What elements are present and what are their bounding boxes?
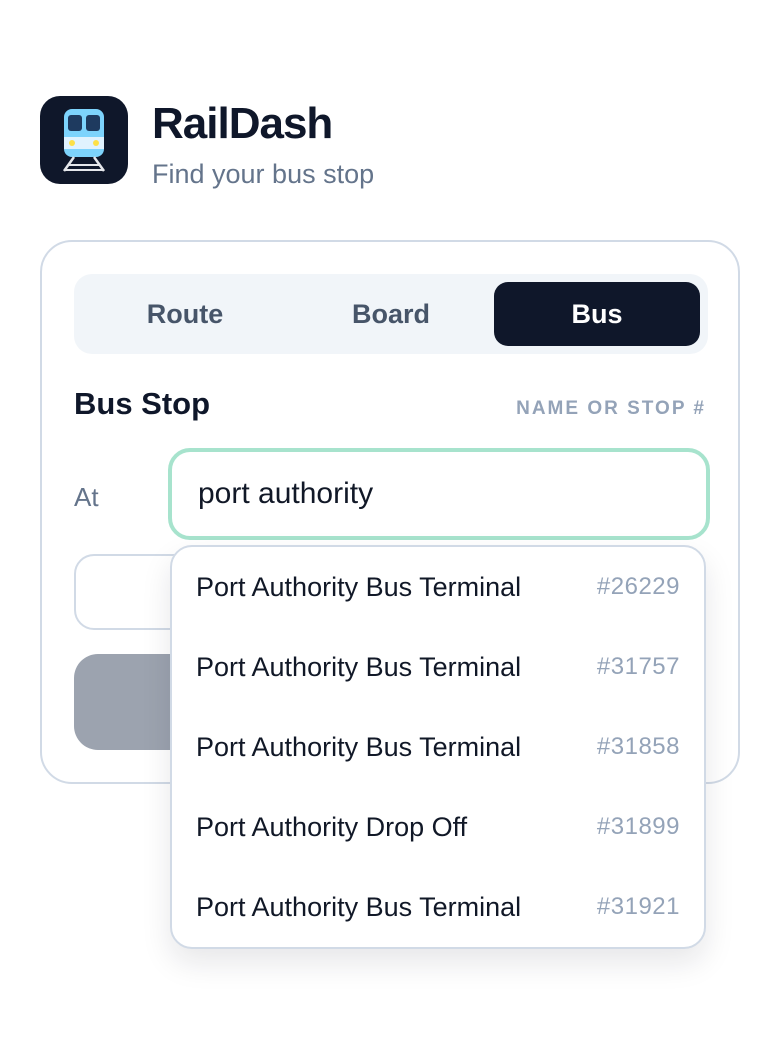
bus-stop-search-input[interactable] [168,448,710,540]
tab-bus[interactable]: Bus [494,282,700,346]
app-logo [40,96,128,184]
app-header: RailDash Find your bus stop [40,96,374,190]
app-subtitle: Find your bus stop [152,159,375,189]
suggestion-stop-id: #31858 [596,733,680,760]
mode-tabs: Route Board Bus [74,274,708,354]
suggestion-stop-id: #31899 [596,813,680,840]
suggestion-item[interactable]: Port Authority Bus Terminal #26229 [172,547,704,627]
suggestion-name: Port Authority Bus Terminal [196,651,522,682]
suggestions-dropdown: Port Authority Bus Terminal #26229 Port … [170,545,706,949]
suggestion-stop-id: #26229 [596,573,680,600]
suggestion-stop-id: #31757 [596,653,680,680]
field-hint: NAME OR STOP # [516,398,706,419]
suggestion-stop-id: #31921 [596,893,680,920]
tab-route[interactable]: Route [82,282,288,346]
tab-board[interactable]: Board [288,282,494,346]
at-label: At [74,482,99,512]
page: RailDash Find your bus stop Route Board … [0,0,780,1040]
app-text: RailDash Find your bus stop [152,96,374,190]
suggestion-name: Port Authority Bus Terminal [196,571,522,602]
suggestion-name: Port Authority Bus Terminal [196,891,522,922]
suggestion-item[interactable]: Port Authority Bus Terminal #31858 [172,707,704,787]
train-icon [62,109,106,172]
app-title: RailDash [152,99,333,148]
suggestion-name: Port Authority Bus Terminal [196,731,522,762]
suggestion-item[interactable]: Port Authority Bus Terminal #31921 [172,867,704,947]
field-label: Bus Stop [74,386,211,421]
suggestion-item[interactable]: Port Authority Drop Off #31899 [172,787,704,867]
suggestion-name: Port Authority Drop Off [196,811,468,842]
suggestion-item[interactable]: Port Authority Bus Terminal #31757 [172,627,704,707]
